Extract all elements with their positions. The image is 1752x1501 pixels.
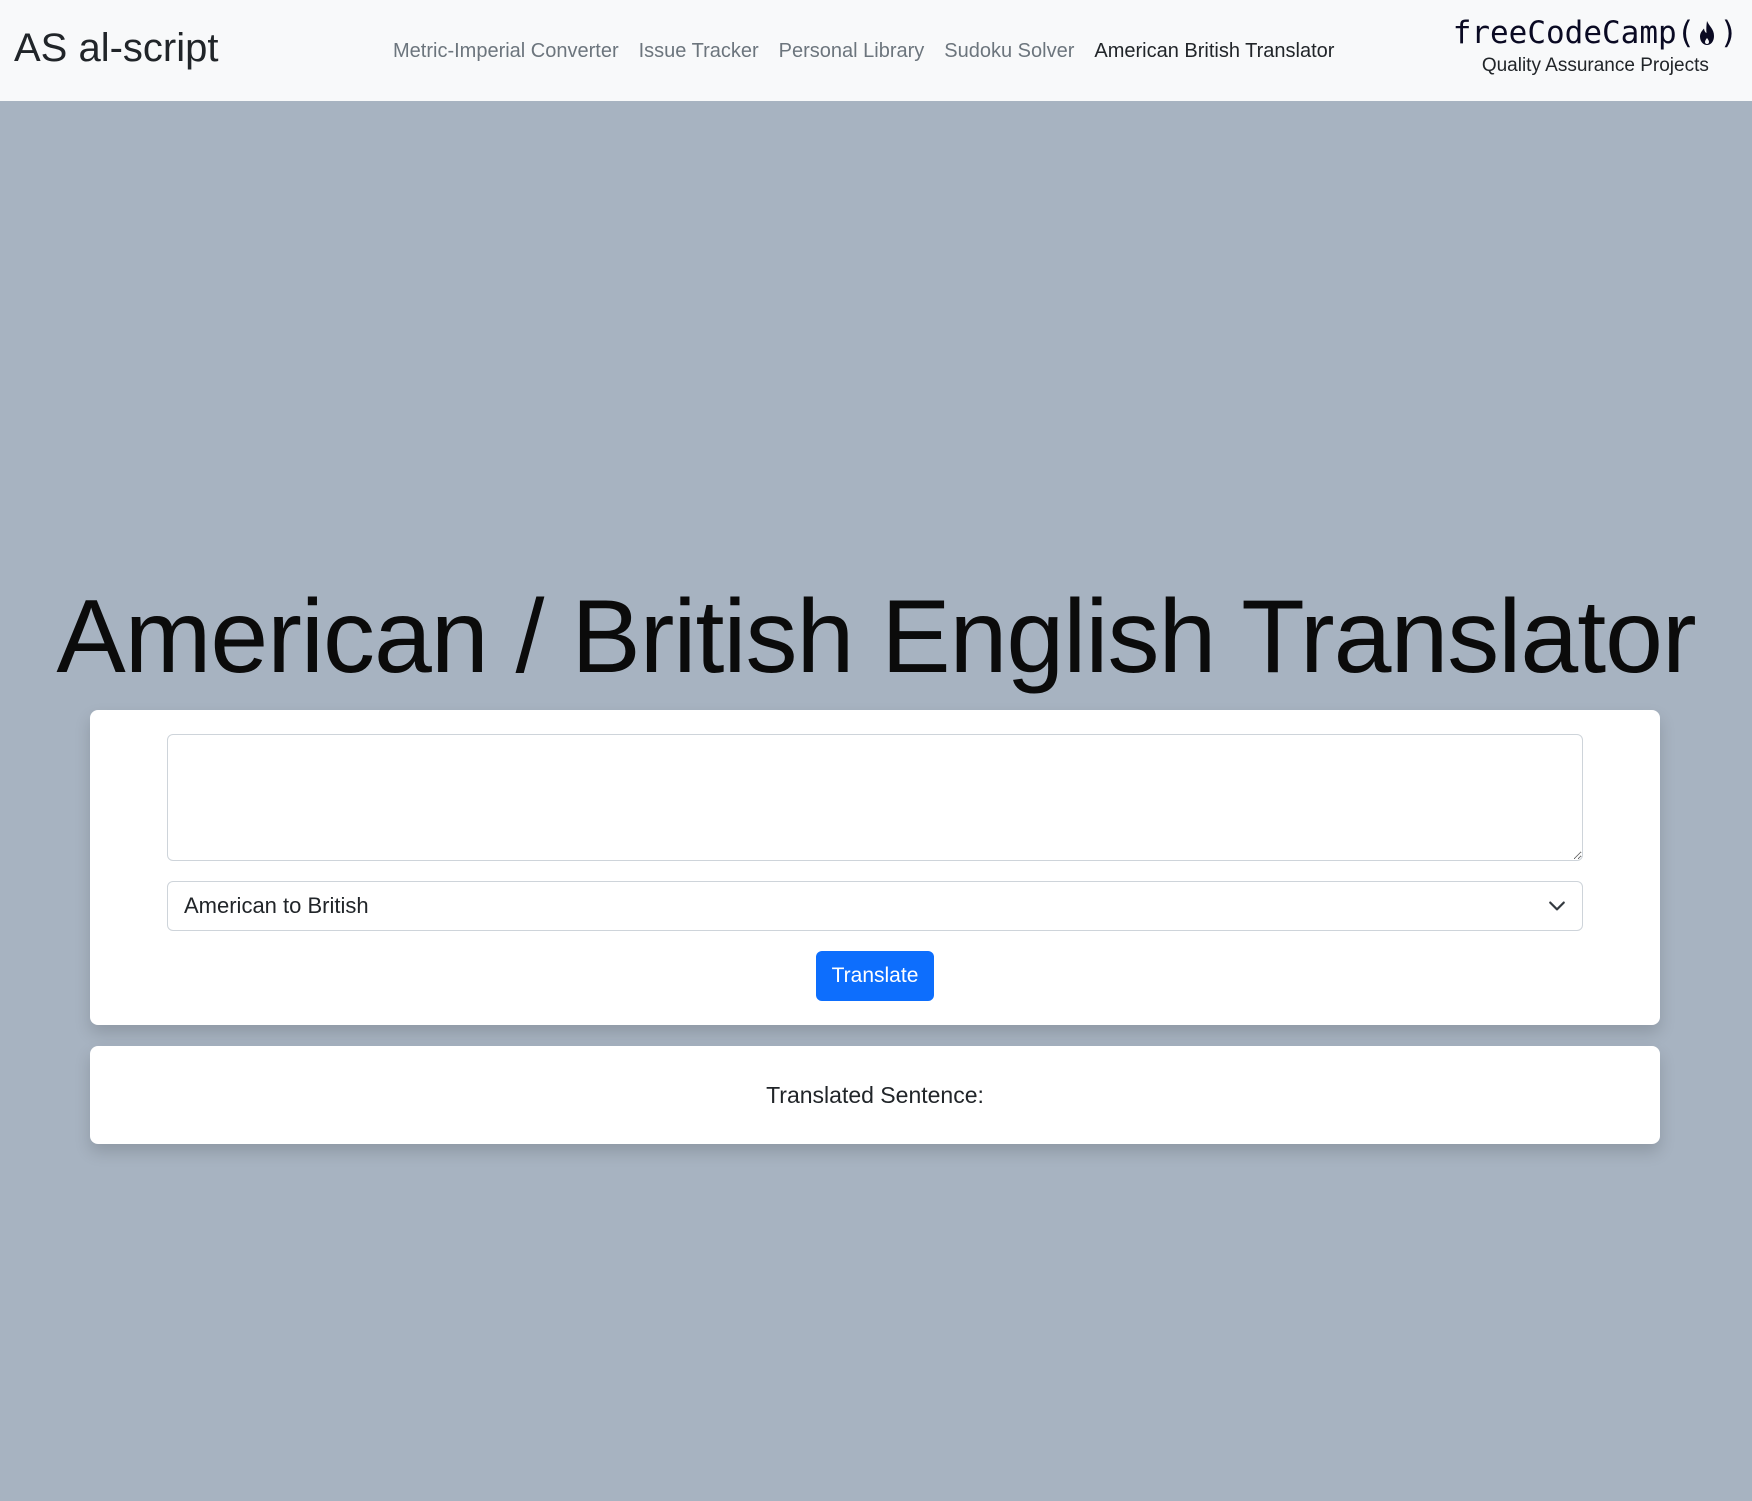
locale-select-value: American to British [184, 893, 369, 918]
navbar: AS al-script Metric-Imperial Converter I… [0, 0, 1752, 101]
text-input[interactable] [167, 734, 1583, 861]
nav-link-sudoku-solver[interactable]: Sudoku Solver [934, 36, 1084, 66]
brand-link[interactable]: AS al-script [14, 26, 219, 70]
translate-button[interactable]: Translate [816, 951, 934, 1001]
fcc-subtitle: Quality Assurance Projects [1481, 55, 1709, 76]
nav-link-issue-tracker[interactable]: Issue Tracker [629, 36, 769, 66]
translator-form-card: American to British Translate [90, 710, 1660, 1025]
page-title: American / British English Translator [56, 579, 1696, 695]
locale-select[interactable]: American to British [167, 881, 1583, 931]
fcc-logo[interactable]: freeCodeCamp( ) [1453, 14, 1738, 52]
flame-icon [1700, 21, 1715, 45]
chevron-down-icon [1549, 901, 1565, 911]
nav-link-personal-library[interactable]: Personal Library [769, 36, 935, 66]
fcc-logo-text-right: ) [1719, 15, 1738, 51]
nav-link-american-british-translator[interactable]: American British Translator [1084, 36, 1344, 66]
translation-output-card: Translated Sentence: [90, 1046, 1660, 1144]
nav-link-metric-imperial-converter[interactable]: Metric-Imperial Converter [383, 36, 629, 66]
nav-links: Metric-Imperial Converter Issue Tracker … [383, 36, 1344, 66]
fcc-branding: freeCodeCamp( ) Quality Assurance Projec… [1453, 14, 1738, 79]
translated-sentence-label: Translated Sentence: [766, 1082, 984, 1108]
fcc-logo-text-left: freeCodeCamp( [1452, 15, 1696, 51]
